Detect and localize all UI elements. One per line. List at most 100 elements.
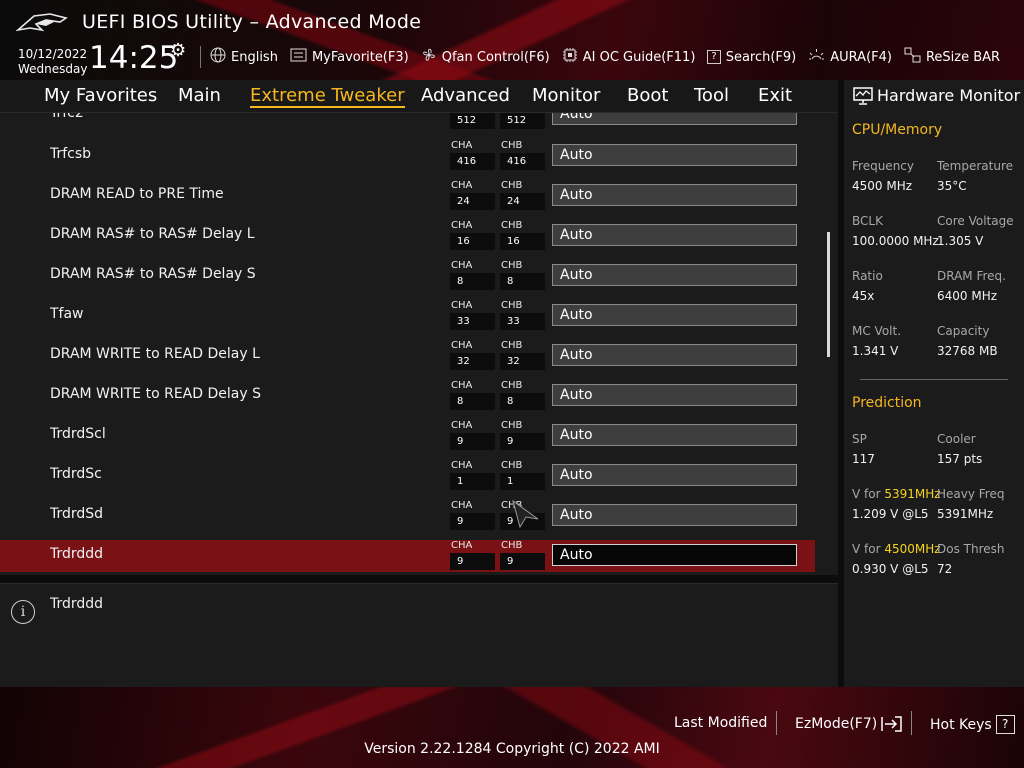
setting-dropdown[interactable]: Auto	[552, 304, 797, 326]
hot-keys-button[interactable]: Hot Keys ?	[930, 715, 1015, 734]
setting-dropdown[interactable]: Auto	[552, 264, 797, 286]
chb-timing: CHB 416	[500, 140, 545, 172]
footer-bar: Last Modified EzMode(F7) Hot Keys ? Vers…	[0, 687, 1024, 768]
chb-caption: CHB	[501, 460, 523, 471]
clock[interactable]: 14:25	[89, 40, 178, 76]
mc-volt-value: 1.341 V	[852, 344, 899, 358]
globe-icon	[210, 47, 226, 67]
qfan-label: Qfan Control(F6)	[441, 49, 550, 65]
setting-row[interactable]: Tfaw CHA 33 CHB 33 Auto	[0, 300, 815, 332]
setting-dropdown[interactable]: Auto	[552, 113, 797, 125]
myfavorite-button[interactable]: MyFavorite(F3)	[290, 47, 409, 67]
setting-row[interactable]: DRAM RAS# to RAS# Delay S CHA 8 CHB 8 Auto	[0, 260, 815, 292]
frequency-label: Frequency	[852, 159, 914, 173]
setting-dropdown[interactable]: Auto	[552, 464, 797, 486]
ezmode-button[interactable]: EzMode(F7)	[795, 715, 903, 733]
chb-timing: CHB 9	[500, 420, 545, 452]
tab-main[interactable]: Main	[178, 85, 221, 106]
search-button[interactable]: ? Search(F9)	[707, 47, 796, 67]
chb-timing: CHB 8	[500, 380, 545, 412]
chb-caption: CHB	[501, 300, 523, 311]
search-icon: ?	[707, 50, 721, 64]
help-key-icon: ?	[995, 715, 1015, 734]
v-prefix: V for	[852, 542, 885, 556]
hardware-monitor-panel: Hardware Monitor CPU/Memory Frequency 45…	[844, 80, 1024, 687]
aura-label: AURA(F4)	[830, 49, 892, 65]
cpu-memory-heading: CPU/Memory	[852, 122, 943, 138]
setting-row[interactable]: DRAM WRITE to READ Delay S CHA 8 CHB 8 Auto	[0, 380, 815, 412]
tab-exit[interactable]: Exit	[758, 85, 792, 106]
setting-dropdown[interactable]: Auto	[552, 544, 797, 566]
cha-timing: CHA 32	[450, 340, 495, 372]
weekday-text: Wednesday	[18, 62, 88, 76]
chb-caption: CHB	[501, 380, 523, 391]
cha-caption: CHA	[451, 180, 473, 191]
last-modified-button[interactable]: Last Modified	[674, 715, 767, 731]
cha-value: 32	[450, 353, 495, 370]
chb-timing: CHB 512	[500, 113, 545, 131]
tab-my-favorites[interactable]: My Favorites	[44, 85, 157, 106]
v-freq-highlight: 4500MHz	[884, 542, 941, 556]
info-icon: i	[11, 600, 35, 624]
chb-caption: CHB	[501, 260, 523, 271]
tab-boot[interactable]: Boot	[627, 85, 668, 106]
cha-value: 9	[450, 513, 495, 530]
divider	[200, 46, 201, 68]
setting-row[interactable]: DRAM WRITE to READ Delay L CHA 32 CHB 32 Auto	[0, 340, 815, 372]
cha-value: 8	[450, 273, 495, 290]
chip-icon	[562, 47, 578, 67]
qfan-button[interactable]: Qfan Control(F6)	[421, 47, 550, 67]
chb-caption: CHB	[501, 420, 523, 431]
monitor-icon	[853, 86, 873, 105]
ratio-value: 45x	[852, 289, 875, 303]
fan-icon	[421, 47, 437, 67]
cooler-label: Cooler	[937, 432, 976, 446]
resize-bar-button[interactable]: ReSize BAR	[904, 47, 1000, 67]
toolbar: English MyFavorite(F3) Qfan Control(F6) …	[210, 47, 1012, 67]
tab-tool[interactable]: Tool	[694, 85, 729, 106]
cha-caption: CHA	[451, 540, 473, 551]
myfavorite-label: MyFavorite(F3)	[311, 49, 409, 65]
scrollbar[interactable]	[827, 232, 830, 357]
setting-row[interactable]: DRAM RAS# to RAS# Delay L CHA 16 CHB 16 Auto	[0, 220, 815, 252]
gear-icon[interactable]: ⚙	[170, 40, 186, 61]
cha-timing: CHA 9	[450, 540, 495, 572]
heavy-freq-label: Heavy Freq	[937, 487, 1005, 501]
setting-dropdown[interactable]: Auto	[552, 504, 797, 526]
setting-dropdown[interactable]: Auto	[552, 344, 797, 366]
setting-row[interactable]: DRAM READ to PRE Time CHA 24 CHB 24 Auto	[0, 180, 815, 212]
setting-row-trfc2[interactable]: Trfc2 CHA 512 CHB 512 Auto	[0, 113, 815, 131]
cha-timing: CHA 1	[450, 460, 495, 492]
setting-row[interactable]: Trfcsb CHA 416 CHB 416 Auto	[0, 140, 815, 172]
tab-advanced[interactable]: Advanced	[421, 85, 510, 106]
setting-label: DRAM READ to PRE Time	[50, 186, 224, 202]
tab-monitor[interactable]: Monitor	[532, 85, 600, 106]
cha-caption: CHA	[451, 140, 473, 151]
setting-dropdown[interactable]: Auto	[552, 424, 797, 446]
help-text: Trdrddd	[50, 596, 104, 612]
aura-button[interactable]: AURA(F4)	[808, 47, 892, 67]
language-button[interactable]: English	[210, 47, 278, 67]
setting-label: Trdrddd	[50, 546, 104, 562]
temperature-label: Temperature	[937, 159, 1014, 173]
cha-timing: CHA 9	[450, 500, 495, 532]
setting-dropdown[interactable]: Auto	[552, 184, 797, 206]
setting-row[interactable]: TrdrdSc CHA 1 CHB 1 Auto	[0, 460, 815, 492]
setting-row[interactable]: Trdrddd CHA 9 CHB 9 Auto	[0, 540, 815, 572]
ai-oc-guide-button[interactable]: AI OC Guide(F11)	[562, 47, 695, 67]
bclk-value: 100.0000 MHz	[852, 234, 939, 248]
setting-dropdown[interactable]: Auto	[552, 144, 797, 166]
main-nav: My Favorites Main Extreme Tweaker Advanc…	[0, 80, 838, 113]
tab-extreme-tweaker[interactable]: Extreme Tweaker	[250, 85, 405, 108]
resize-bar-icon	[904, 47, 921, 67]
setting-row[interactable]: TrdrdSd CHA 9 CHB 9 Auto	[0, 500, 815, 532]
setting-dropdown[interactable]: Auto	[552, 384, 797, 406]
setting-dropdown[interactable]: Auto	[552, 224, 797, 246]
v-prefix: V for	[852, 487, 885, 501]
setting-label: TrdrdSc	[50, 466, 102, 482]
chb-timing: CHB 24	[500, 180, 545, 212]
cha-timing: CHA 8	[450, 260, 495, 292]
chb-timing: CHB 8	[500, 260, 545, 292]
setting-row[interactable]: TrdrdScl CHA 9 CHB 9 Auto	[0, 420, 815, 452]
chb-timing: CHB 9	[500, 540, 545, 572]
